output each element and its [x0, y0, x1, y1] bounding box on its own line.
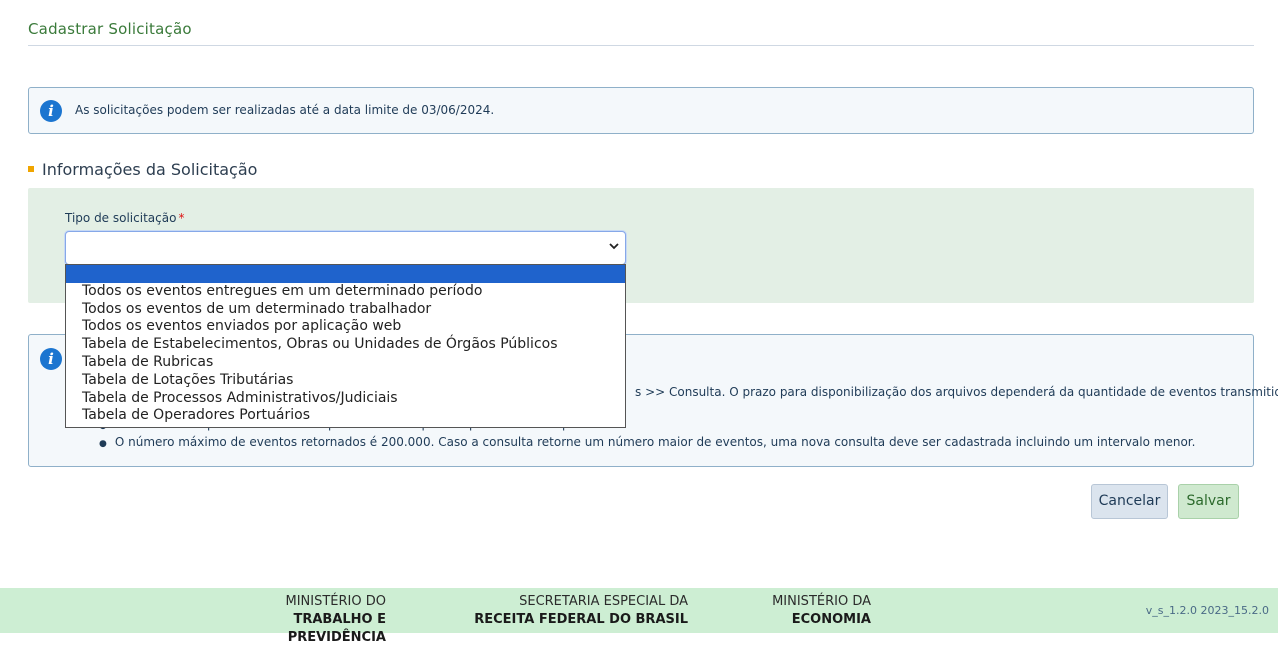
dropdown-option[interactable]: Todos os eventos enviados por aplicação … — [66, 318, 625, 336]
info-icon: i — [40, 100, 62, 122]
note-item-max-events: ● O número máximo de eventos retornados é… — [99, 435, 1196, 449]
title-divider — [28, 45, 1254, 46]
dropdown-option[interactable]: Tabela de Rubricas — [66, 354, 625, 372]
section-title: Informações da Solicitação — [28, 160, 257, 179]
dropdown-option[interactable]: Tabela de Operadores Portuários — [66, 407, 625, 425]
dropdown-option-empty[interactable] — [66, 265, 625, 283]
deadline-info-box: i As solicitações podem ser realizadas a… — [28, 87, 1254, 134]
request-type-dropdown-list: Todos os eventos entregues em um determi… — [65, 264, 626, 428]
required-mark: * — [178, 211, 185, 225]
dropdown-option[interactable]: Todos os eventos de um determinado traba… — [66, 301, 625, 319]
cancel-button[interactable]: Cancelar — [1091, 484, 1168, 519]
request-type-label-text: Tipo de solicitação — [65, 211, 177, 225]
chevron-down-icon — [609, 240, 619, 254]
request-type-select[interactable] — [65, 231, 626, 265]
footer-ministry-labor: MINISTÉRIO DO TRABALHO E PREVIDÊNCIA — [285, 594, 387, 645]
section-bullet-icon — [28, 165, 34, 172]
dropdown-option[interactable]: Todos os eventos entregues em um determi… — [66, 283, 625, 301]
deadline-info-text: As solicitações podem ser realizadas até… — [75, 103, 495, 117]
footer-ministry-economy: MINISTÉRIO DA ECONOMIA — [772, 594, 871, 627]
section-title-text: Informações da Solicitação — [42, 160, 258, 179]
dropdown-option[interactable]: Tabela de Estabelecimentos, Obras ou Uni… — [66, 336, 625, 354]
info-icon: i — [40, 348, 62, 370]
footer: MINISTÉRIO DO TRABALHO E PREVIDÊNCIA SEC… — [0, 588, 1278, 645]
version-label: v_s_1.2.0 2023_15.2.0 — [1145, 604, 1269, 617]
dropdown-option[interactable]: Tabela de Lotações Tributárias — [66, 372, 625, 390]
save-button[interactable]: Salvar — [1178, 484, 1239, 519]
footer-receita-federal: SECRETARIA ESPECIAL DA RECEITA FEDERAL D… — [474, 594, 688, 627]
page-title: Cadastrar Solicitação — [28, 20, 192, 38]
dropdown-option[interactable]: Tabela de Processos Administrativos/Judi… — [66, 390, 625, 408]
request-type-label: Tipo de solicitação * — [65, 211, 184, 225]
note-partial-line: s >> Consulta. O prazo para disponibiliz… — [635, 385, 1278, 399]
